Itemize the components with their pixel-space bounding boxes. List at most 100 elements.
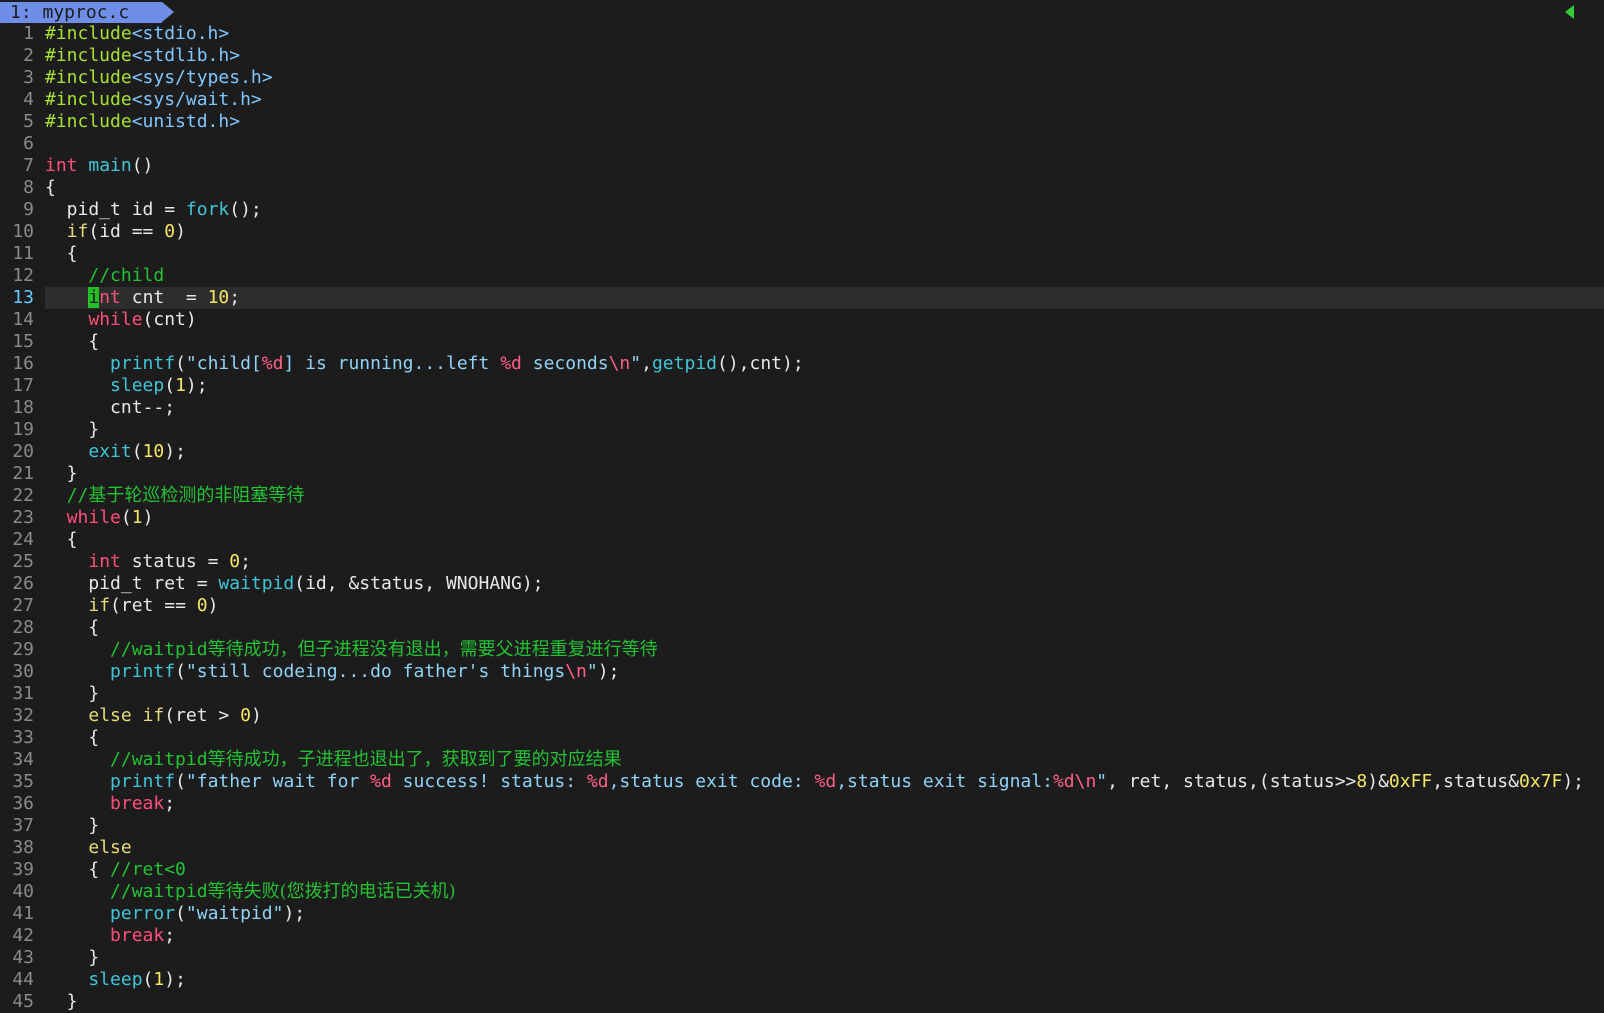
code-token: pid_t ret = [45,573,219,594]
code-line[interactable]: 16 printf("child[%d] is running...left %… [0,353,1604,375]
code-text[interactable]: if(id == 0) [45,221,1604,243]
code-text[interactable] [45,133,1604,155]
code-line[interactable]: 1 #include<stdio.h> [0,23,1604,45]
code-text[interactable]: { [45,177,1604,199]
code-text[interactable]: pid_t id = fork(); [45,199,1604,221]
code-text[interactable]: exit(10); [45,441,1604,463]
code-text[interactable]: { [45,617,1604,639]
code-line[interactable]: 35 printf("father wait for %d success! s… [0,771,1604,793]
code-line[interactable]: 22 //基于轮巡检测的非阻塞等待 [0,485,1604,507]
code-text[interactable]: #include<unistd.h> [45,111,1604,133]
code-line[interactable]: 2 #include<stdlib.h> [0,45,1604,67]
code-line[interactable]: 19 } [0,419,1604,441]
code-text[interactable]: else [45,837,1604,859]
code-editor[interactable]: 1 #include<stdio.h> 2 #include<stdlib.h> 3 #i… [0,23,1604,1013]
code-text[interactable]: } [45,815,1604,837]
code-line[interactable]: 18 cnt--; [0,397,1604,419]
code-line[interactable]: 20 exit(10); [0,441,1604,463]
code-text[interactable]: break; [45,925,1604,947]
code-line[interactable]: 9 pid_t id = fork(); [0,199,1604,221]
code-text[interactable]: int cnt = 10; [45,287,1604,309]
code-text[interactable]: } [45,683,1604,705]
code-line[interactable]: 32 else if(ret > 0) [0,705,1604,727]
code-text[interactable]: { [45,331,1604,353]
code-text[interactable]: #include<sys/types.h> [45,67,1604,89]
code-text[interactable]: //基于轮巡检测的非阻塞等待 [45,485,1604,507]
code-text[interactable]: { [45,727,1604,749]
code-text[interactable]: } [45,991,1604,1013]
code-token: } [45,419,100,440]
code-line[interactable]: 26 pid_t ret = waitpid(id, &status, WNOH… [0,573,1604,595]
code-line[interactable]: 42 break; [0,925,1604,947]
code-line[interactable]: 41 perror("waitpid"); [0,903,1604,925]
code-text[interactable]: while(cnt) [45,309,1604,331]
code-token: } [45,947,100,968]
code-text[interactable]: //waitpid等待失败(您拨打的电话已关机) [45,881,1604,903]
code-line[interactable]: 14 while(cnt) [0,309,1604,331]
code-line[interactable]: 24 { [0,529,1604,551]
code-text[interactable]: sleep(1); [45,969,1604,991]
code-line[interactable]: 31 } [0,683,1604,705]
code-text[interactable]: #include<stdlib.h> [45,45,1604,67]
code-text[interactable]: pid_t ret = waitpid(id, &status, WNOHANG… [45,573,1604,595]
code-text[interactable]: printf("child[%d] is running...left %d s… [45,353,1604,375]
code-text[interactable]: printf("father wait for %d success! stat… [45,771,1604,793]
line-number: 7 [23,155,34,176]
text-cursor: i [88,287,100,308]
code-line[interactable]: 13 int cnt = 10; [0,287,1604,309]
code-text[interactable]: if(ret == 0) [45,595,1604,617]
code-line[interactable]: 38 else [0,837,1604,859]
code-text[interactable]: sleep(1); [45,375,1604,397]
code-line[interactable]: 34 //waitpid等待成功，子进程也退出了，获取到了要的对应结果 [0,749,1604,771]
code-text[interactable]: else if(ret > 0) [45,705,1604,727]
code-line[interactable]: 21 } [0,463,1604,485]
code-text[interactable]: { //ret<0 [45,859,1604,881]
code-line[interactable]: 11 { [0,243,1604,265]
code-line[interactable]: 30 printf("still codeing...do father's t… [0,661,1604,683]
code-line[interactable]: 10 if(id == 0) [0,221,1604,243]
code-text[interactable]: printf("still codeing...do father's thin… [45,661,1604,683]
tab-myproc-c[interactable]: 1: myproc.c [0,2,162,23]
code-line[interactable]: 25 int status = 0; [0,551,1604,573]
code-text[interactable]: break; [45,793,1604,815]
code-line[interactable]: 4 #include<sys/wait.h> [0,89,1604,111]
code-text[interactable]: while(1) [45,507,1604,529]
code-line[interactable]: 6 [0,133,1604,155]
code-token: ); [185,375,208,396]
code-line[interactable]: 43 } [0,947,1604,969]
code-line[interactable]: 5 #include<unistd.h> [0,111,1604,133]
code-line[interactable]: 15 { [0,331,1604,353]
code-text[interactable]: perror("waitpid"); [45,903,1604,925]
code-text[interactable]: //waitpid等待成功，但子进程没有退出，需要父进程重复进行等待 [45,639,1604,661]
code-line[interactable]: 37 } [0,815,1604,837]
code-text[interactable]: } [45,947,1604,969]
code-line[interactable]: 33 { [0,727,1604,749]
code-text[interactable]: #include<stdio.h> [45,23,1604,45]
code-line[interactable]: 27 if(ret == 0) [0,595,1604,617]
code-line[interactable]: 28 { [0,617,1604,639]
code-text[interactable]: } [45,419,1604,441]
code-text[interactable]: int status = 0; [45,551,1604,573]
code-line[interactable]: 44 sleep(1); [0,969,1604,991]
code-line[interactable]: 12 //child [0,265,1604,287]
code-text[interactable]: } [45,463,1604,485]
code-text[interactable]: cnt--; [45,397,1604,419]
code-line[interactable]: 39 { //ret<0 [0,859,1604,881]
code-text[interactable]: { [45,243,1604,265]
code-text[interactable]: { [45,529,1604,551]
code-line[interactable]: 29 //waitpid等待成功，但子进程没有退出，需要父进程重复进行等待 [0,639,1604,661]
code-line[interactable]: 3 #include<sys/types.h> [0,67,1604,89]
code-line[interactable]: 45 } [0,991,1604,1013]
code-text[interactable]: int main() [45,155,1604,177]
code-text[interactable]: #include<sys/wait.h> [45,89,1604,111]
code-line[interactable]: 17 sleep(1); [0,375,1604,397]
code-text[interactable]: //waitpid等待成功，子进程也退出了，获取到了要的对应结果 [45,749,1604,771]
code-line[interactable]: 23 while(1) [0,507,1604,529]
code-line[interactable]: 8{ [0,177,1604,199]
code-line[interactable]: 40 //waitpid等待失败(您拨打的电话已关机) [0,881,1604,903]
code-line[interactable]: 36 break; [0,793,1604,815]
code-line[interactable]: 7 int main() [0,155,1604,177]
code-text[interactable]: //child [45,265,1604,287]
code-token: cnt--; [45,397,176,418]
